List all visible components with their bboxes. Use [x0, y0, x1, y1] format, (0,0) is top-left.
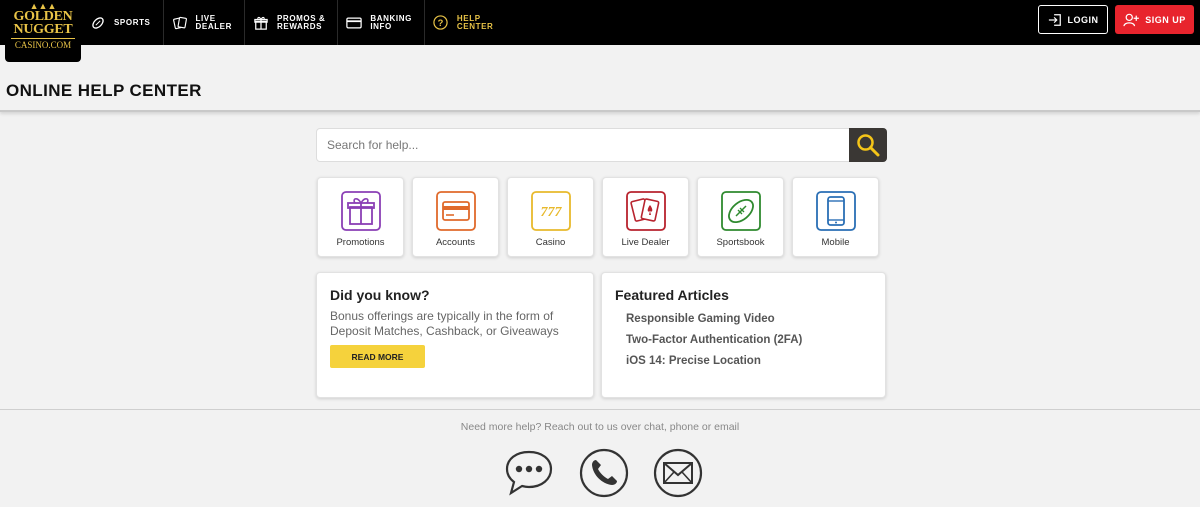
category-promotions[interactable]: Promotions	[317, 177, 404, 257]
login-icon	[1048, 13, 1061, 26]
login-label: LOGIN	[1067, 14, 1099, 25]
signup-button[interactable]: SIGN UP	[1115, 5, 1194, 34]
nav-label-promos-rewards: PROMOS & REWARDS	[277, 13, 326, 31]
help-categories: Promotions Accounts 777 Casino Live Deal…	[317, 177, 879, 257]
nav-item-promos-rewards[interactable]: PROMOS & REWARDS	[245, 0, 339, 45]
gift-icon	[341, 191, 381, 231]
category-label: Accounts	[435, 237, 476, 248]
add-user-icon	[1123, 13, 1140, 26]
search-button[interactable]	[849, 128, 887, 162]
card-icon	[346, 15, 363, 31]
category-mobile[interactable]: Mobile	[792, 177, 879, 257]
category-label: Live Dealer	[621, 237, 670, 248]
nav-item-banking-info[interactable]: BANKING INFO	[338, 0, 425, 45]
playing-cards-icon	[626, 191, 666, 231]
nav-label-sports: SPORTS	[114, 17, 151, 27]
main-nav: SPORTS LIVE DEALER PROMOS & REWARDS BANK…	[82, 0, 505, 45]
article-link[interactable]: iOS 14: Precise Location	[626, 351, 802, 372]
logo-line3: CASINO.COM	[11, 38, 75, 51]
golden-nugget-logo[interactable]: ▲▲▲ GOLDEN NUGGET CASINO.COM	[5, 0, 81, 62]
login-button[interactable]: LOGIN	[1038, 5, 1108, 34]
nav-label-banking-info: BANKING INFO	[370, 13, 412, 31]
category-label: Sportsbook	[716, 237, 765, 248]
phone-icon[interactable]	[579, 448, 629, 498]
did-you-know-text: Bonus offerings are typically in the for…	[330, 309, 559, 338]
category-label: Mobile	[821, 237, 850, 248]
category-label: Casino	[535, 237, 566, 248]
help-icon: ?	[433, 15, 449, 31]
need-more-help-text: Need more help? Reach out to us over cha…	[460, 421, 740, 433]
search-input[interactable]	[327, 129, 847, 161]
nav-label-live-dealer: LIVE DEALER	[195, 13, 232, 31]
featured-articles-title: Featured Articles	[615, 287, 729, 303]
featured-articles-card: Featured Articles Responsible Gaming Vid…	[601, 272, 886, 398]
mobile-phone-icon	[816, 191, 856, 231]
gift-icon	[253, 15, 269, 31]
slot-777-icon: 777	[531, 191, 571, 231]
category-label: Promotions	[336, 237, 385, 248]
cards-icon	[172, 15, 188, 31]
svg-text:777: 777	[541, 205, 563, 220]
svg-text:?: ?	[438, 18, 444, 28]
did-you-know-card: Did you know? Bonus offerings are typica…	[316, 272, 594, 398]
page-title: ONLINE HELP CENTER	[6, 81, 202, 100]
category-accounts[interactable]: Accounts	[412, 177, 499, 257]
search-bar	[316, 128, 887, 162]
article-link[interactable]: Responsible Gaming Video	[626, 309, 802, 330]
email-icon[interactable]	[653, 448, 703, 498]
did-you-know-title: Did you know?	[330, 287, 430, 303]
footer-divider	[0, 409, 1200, 410]
category-sportsbook[interactable]: Sportsbook	[697, 177, 784, 257]
credit-card-icon	[436, 191, 476, 231]
chat-icon[interactable]	[504, 448, 554, 498]
category-casino[interactable]: 777 Casino	[507, 177, 594, 257]
football-icon	[721, 191, 761, 231]
signup-label: SIGN UP	[1145, 14, 1186, 25]
featured-articles-list: Responsible Gaming Video Two-Factor Auth…	[626, 309, 802, 372]
logo-line2: NUGGET	[13, 22, 73, 37]
football-icon	[90, 15, 106, 31]
nav-item-help-center[interactable]: ? HELP CENTER	[425, 0, 506, 45]
category-live-dealer[interactable]: Live Dealer	[602, 177, 689, 257]
read-more-button[interactable]: READ MORE	[330, 345, 425, 368]
title-bar: ONLINE HELP CENTER	[0, 45, 1200, 112]
article-link[interactable]: Two-Factor Authentication (2FA)	[626, 330, 802, 351]
nav-item-sports[interactable]: SPORTS	[82, 0, 164, 45]
nav-item-live-dealer[interactable]: LIVE DEALER	[164, 0, 245, 45]
nav-label-help-center: HELP CENTER	[456, 13, 494, 31]
search-icon	[857, 134, 880, 157]
